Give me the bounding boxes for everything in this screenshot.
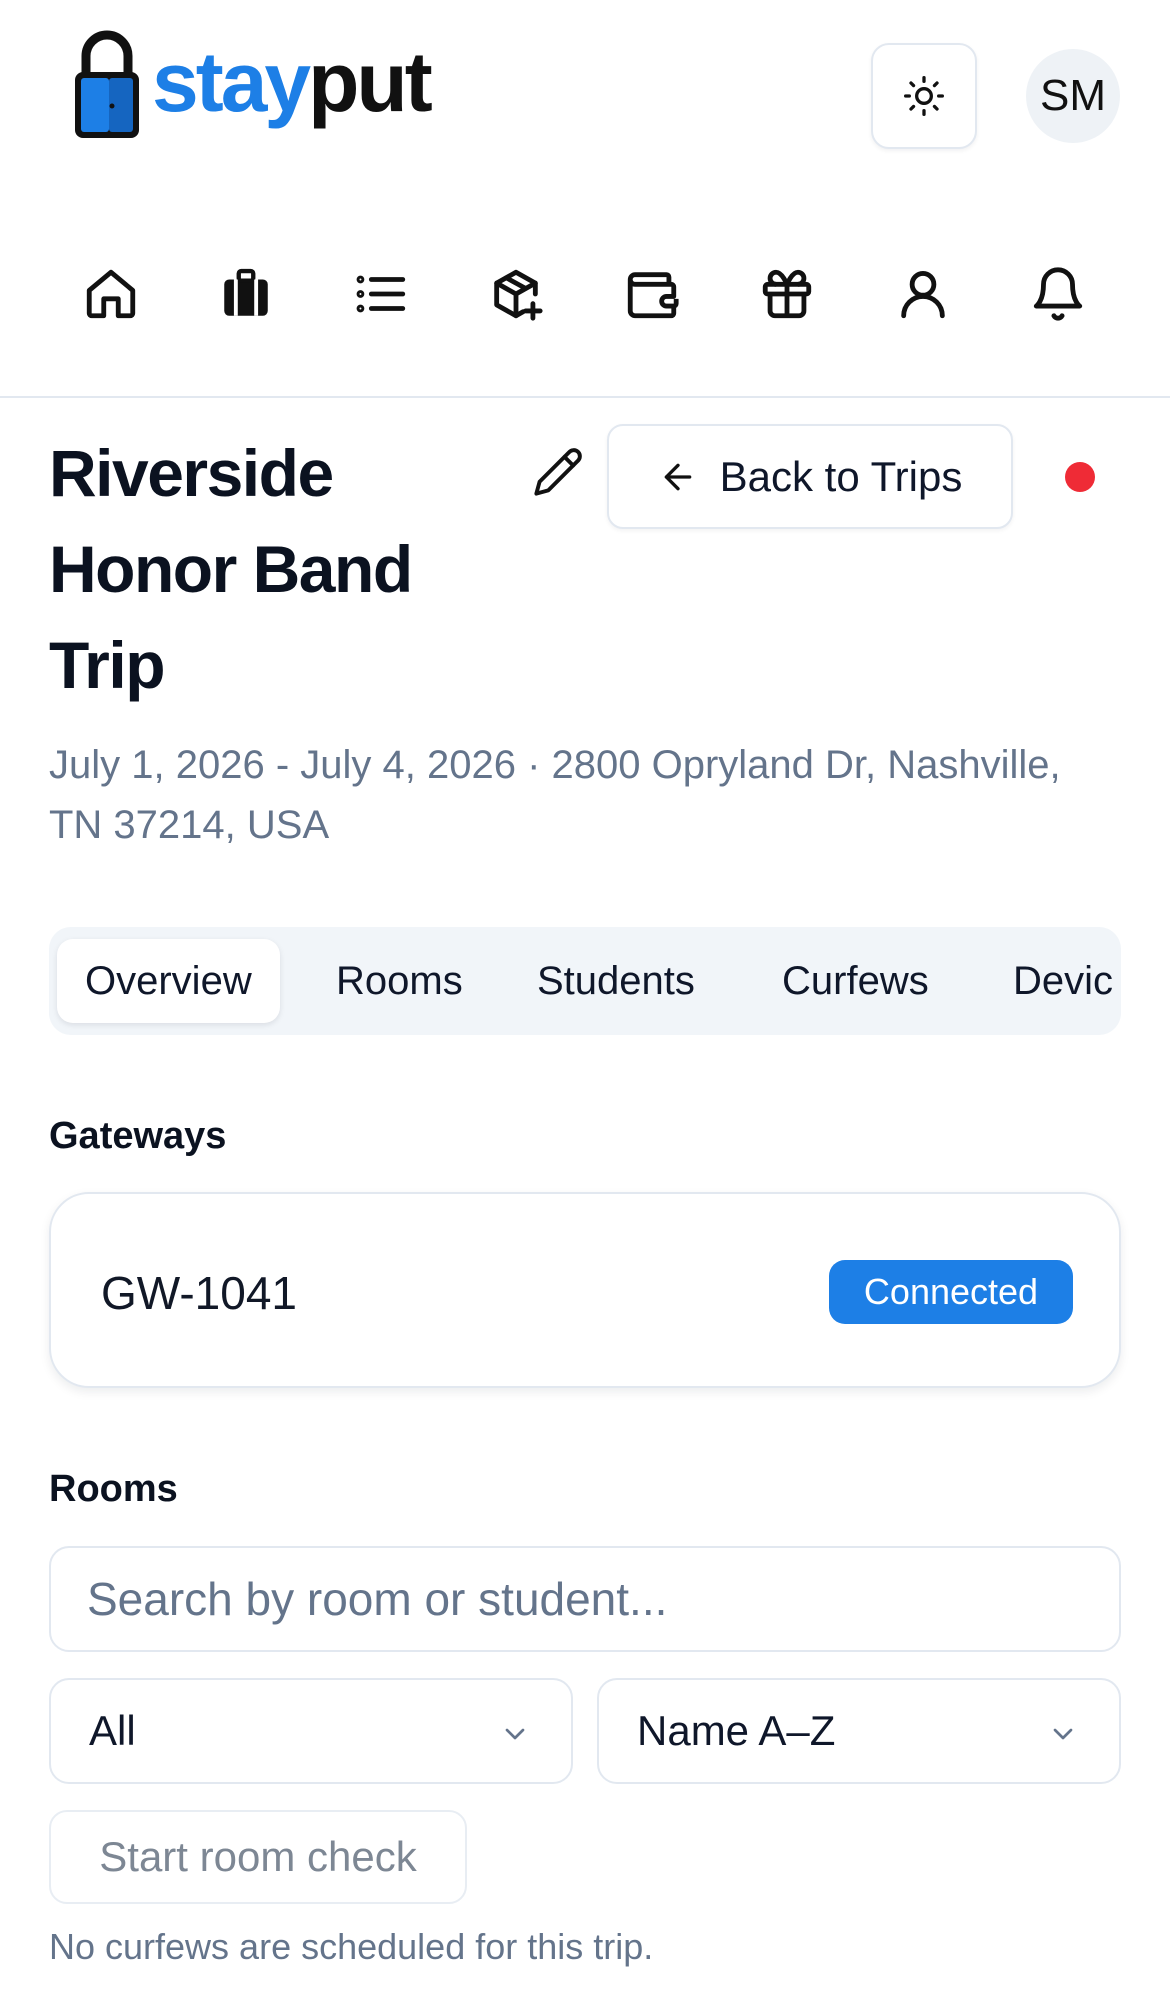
room-sort-select[interactable]: Name A–Z (597, 1678, 1121, 1784)
rooms-heading: Rooms (49, 1468, 178, 1510)
wallet-icon (627, 272, 679, 319)
trip-page: stayput SM Riverside Honor Band Trip Bac… (0, 0, 1170, 1992)
tab-curfews[interactable]: Curfews (782, 939, 929, 1023)
back-to-trips-button[interactable]: Back to Trips (607, 424, 1013, 529)
room-filter-select[interactable]: All (49, 1678, 573, 1784)
nav-home[interactable] (79, 262, 143, 326)
tab-students[interactable]: Students (537, 939, 695, 1023)
user-icon (901, 271, 945, 319)
gateway-card[interactable]: GW-1041 Connected (49, 1192, 1121, 1388)
tab-overview[interactable]: Overview (57, 939, 280, 1023)
room-search-input[interactable] (49, 1546, 1121, 1652)
trip-dates-location: July 1, 2026 - July 4, 2026 · 2800 Opryl… (49, 743, 1061, 847)
gateway-id: GW-1041 (101, 1267, 298, 1319)
padlock-logo-icon (75, 30, 139, 138)
home-icon (86, 269, 136, 319)
edit-trip-button[interactable] (532, 446, 584, 498)
back-to-trips-label: Back to Trips (719, 452, 963, 500)
start-room-check-button[interactable]: Start room check (49, 1810, 467, 1904)
nav-profile[interactable] (891, 262, 955, 326)
status-indicator (1065, 462, 1095, 492)
page-title: Riverside Honor Band Trip (49, 436, 413, 702)
list-icon (356, 275, 406, 313)
gateways-heading: Gateways (49, 1115, 227, 1157)
pencil-icon (534, 448, 582, 496)
nav-list[interactable] (349, 262, 413, 326)
nav-packages[interactable] (484, 262, 548, 326)
main-nav (0, 240, 1170, 350)
brand-logo[interactable]: stayput (72, 24, 433, 144)
nav-gifts[interactable] (755, 262, 819, 326)
avatar[interactable]: SM (1026, 49, 1120, 143)
nav-wallet[interactable] (620, 262, 684, 326)
sun-icon (904, 76, 944, 116)
luggage-icon (224, 268, 268, 316)
curfew-note: No curfews are scheduled for this trip. (49, 1926, 654, 1967)
tab-devices[interactable]: Devic (1013, 939, 1113, 1023)
package-plus-icon (494, 269, 543, 321)
header-divider (0, 396, 1170, 398)
nav-notifications[interactable] (1026, 262, 1090, 326)
trip-tabs: Overview Rooms Students Curfews Devic (49, 927, 1121, 1035)
tab-rooms[interactable]: Rooms (336, 939, 463, 1023)
chevron-down-icon (505, 1728, 525, 1740)
status-badge: Connected (829, 1260, 1073, 1324)
room-filter-value: All (89, 1707, 136, 1754)
theme-toggle-button[interactable] (871, 43, 977, 149)
nav-trips[interactable] (214, 262, 278, 326)
gift-icon (762, 269, 812, 319)
room-sort-value: Name A–Z (637, 1707, 836, 1754)
arrow-left-icon (664, 463, 691, 490)
brand-wordmark: stayput (152, 35, 433, 129)
chevron-down-icon (1053, 1728, 1073, 1740)
bell-icon (1033, 267, 1083, 321)
